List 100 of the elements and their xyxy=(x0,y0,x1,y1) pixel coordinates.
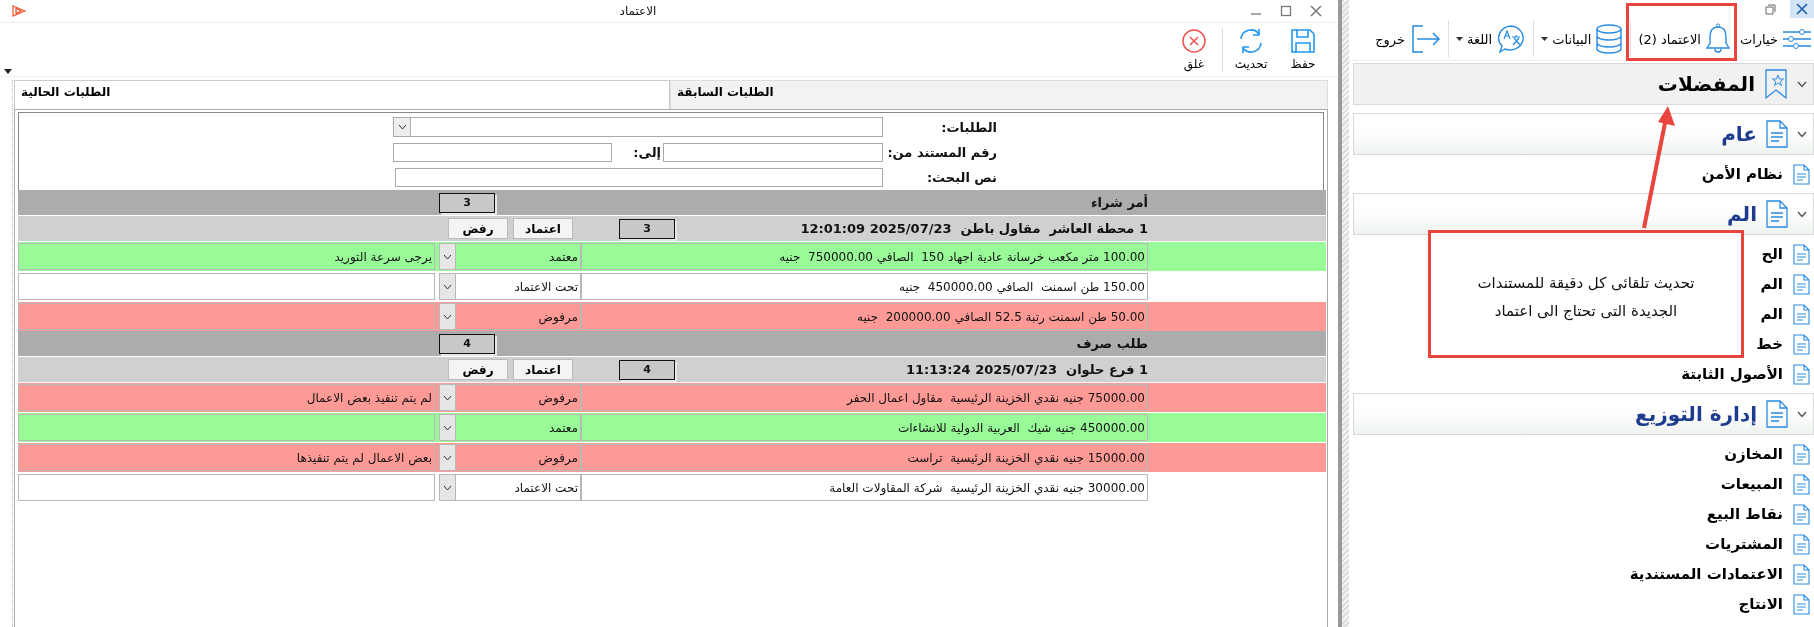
close-button[interactable] xyxy=(1790,0,1814,18)
tab[interactable]: الطلبات السابقة xyxy=(670,80,1328,109)
chevron-icon xyxy=(397,124,407,130)
approve-button[interactable]: اعتماد xyxy=(513,359,573,380)
line-description: 450000.00 جنيه شيك العربية الدولية للانشاءات xyxy=(581,414,1148,441)
note-field[interactable] xyxy=(18,273,435,300)
status-cell: تحت الاعتماد xyxy=(456,474,581,501)
tab[interactable]: الطلبات الحالية xyxy=(14,80,670,109)
section-title: المفضلات xyxy=(1657,72,1755,96)
refresh-icon xyxy=(1237,28,1265,54)
document-icon xyxy=(1793,533,1810,555)
exit-button[interactable]: خروج xyxy=(1373,23,1444,55)
dropdown-button[interactable] xyxy=(439,414,456,441)
bookmark-star-icon xyxy=(1763,68,1789,100)
group-title: أمر شراء xyxy=(1090,195,1148,210)
status-cell: مرفوض xyxy=(456,444,581,471)
status-cell: تحت الاعتماد xyxy=(456,273,581,300)
sidebar-item[interactable]: الم xyxy=(1760,299,1814,329)
close-icon[interactable] xyxy=(1310,5,1322,17)
callout-note: تحديث تلقائى كل دقيقة للمستندات الجديدة التى تحتاج الى اعتماد xyxy=(1428,230,1744,358)
section-header[interactable]: المفضلات xyxy=(1353,63,1814,105)
section-header[interactable]: عام xyxy=(1353,113,1814,155)
sidebar-item[interactable]: المخازن xyxy=(1724,439,1814,469)
line-description: 50.00 طن اسمنت رتبة 52.5 الصافي 200000.00 جنيه xyxy=(581,303,1148,330)
dropdown-button[interactable] xyxy=(439,243,456,270)
section-title: عام xyxy=(1721,122,1757,146)
document-icon xyxy=(1793,563,1810,585)
maximize-icon[interactable] xyxy=(1280,5,1292,17)
group-title: طلب صرف xyxy=(1076,336,1148,351)
sidebar-item[interactable]: نقاط البيع xyxy=(1706,499,1814,529)
refresh-button[interactable]: تحديث xyxy=(1227,28,1275,71)
window-title: الاعتماد xyxy=(618,4,658,18)
reject-button[interactable]: رفض xyxy=(448,218,508,239)
sidebar-item[interactable]: خط xyxy=(1756,329,1814,359)
exit-icon xyxy=(1409,23,1442,55)
chevron-icon xyxy=(1797,130,1807,138)
document-icon xyxy=(1793,503,1810,525)
document-title: 1 محطة العاشر مقاول باطن 2025/07/23 12:01:09 xyxy=(800,221,1148,236)
document-icon xyxy=(1793,363,1810,385)
note-field[interactable] xyxy=(18,414,435,441)
chevron-icon xyxy=(443,424,452,431)
document-icon xyxy=(1793,443,1810,465)
bell-icon xyxy=(1704,23,1731,55)
line-description: 75000.00 جنيه نقدي الخزينة الرئيسية مقاول اعمال الحفر xyxy=(581,384,1148,411)
count-field: 4 xyxy=(439,333,495,354)
dropdown-button[interactable] xyxy=(439,303,456,330)
database-icon xyxy=(1595,23,1624,55)
sidebar-item[interactable]: المشتريات xyxy=(1705,529,1814,559)
note-field[interactable] xyxy=(18,474,435,501)
restore-icon[interactable] xyxy=(1765,3,1776,15)
document-icon xyxy=(1793,163,1810,185)
chevron-icon xyxy=(443,283,452,290)
approve-button[interactable]: اعتماد xyxy=(513,218,573,239)
sidebar-item[interactable]: المبيعات xyxy=(1720,469,1814,499)
chevron-icon xyxy=(443,484,452,491)
translate-bubble-icon xyxy=(1496,24,1527,54)
document-icon xyxy=(1793,303,1810,325)
sidebar-item[interactable]: الاعتمادات المستندية xyxy=(1629,559,1814,589)
field-label: إلى: xyxy=(632,144,662,160)
chevron-icon xyxy=(443,313,452,320)
sidebar-item[interactable]: نظام الأمن xyxy=(1701,159,1814,189)
dropdown-button[interactable] xyxy=(439,444,456,471)
line-description: 30000.00 جنيه نقدي الخزينة الرئيسية شركة المقاولات العامة xyxy=(581,474,1148,501)
sidebar-item[interactable]: الم xyxy=(1760,269,1814,299)
note-field[interactable] xyxy=(18,303,435,330)
document-icon xyxy=(1793,243,1810,265)
sidebar-item[interactable]: الح xyxy=(1761,239,1814,269)
reject-button[interactable]: رفض xyxy=(448,359,508,380)
section-header[interactable]: إدارة التوزيع xyxy=(1353,393,1814,435)
dropdown-caret-icon[interactable] xyxy=(4,69,12,74)
note-field[interactable]: بعض الاعمال لم يتم تنفيذها xyxy=(18,444,435,471)
search-field[interactable] xyxy=(395,167,883,187)
doc-from-field[interactable] xyxy=(663,142,883,162)
dropdown-button[interactable] xyxy=(439,474,456,501)
requests-combo[interactable] xyxy=(393,117,883,137)
options-button[interactable]: خيارات xyxy=(1737,28,1814,50)
section-title: إدارة التوزيع xyxy=(1635,402,1757,426)
sidebar-item[interactable]: الانتاج xyxy=(1738,589,1814,619)
note-field[interactable]: لم يتم تنفيذ بعض الاعمال xyxy=(18,384,435,411)
note-field[interactable]: يرجى سرعة التوريد xyxy=(18,243,435,270)
section-title: الم xyxy=(1726,202,1757,226)
caret-icon xyxy=(1456,37,1464,41)
document-icon xyxy=(1765,199,1789,229)
status-cell: مرفوض xyxy=(456,303,581,330)
doc-to-field[interactable] xyxy=(393,142,612,162)
count-field: 3 xyxy=(439,192,495,213)
document-title: 1 فرع حلوان 2025/07/23 11:13:24 xyxy=(905,362,1148,377)
save-button[interactable]: حفظ xyxy=(1279,28,1327,71)
scrollbar[interactable] xyxy=(1340,0,1349,627)
close-icon xyxy=(1796,3,1808,15)
sidebar-item[interactable]: الأصول الثابتة xyxy=(1681,359,1814,389)
section-header[interactable]: الم xyxy=(1353,193,1814,235)
dropdown-button[interactable] xyxy=(439,273,456,300)
line-description: 15000.00 جنيه نقدي الخزينة الرئيسية تراست xyxy=(581,444,1148,471)
bell-button[interactable]: الاعتماد (2) xyxy=(1636,23,1733,55)
language-button[interactable]: اللغة xyxy=(1454,24,1529,54)
dropdown-button[interactable] xyxy=(439,384,456,411)
close-button[interactable]: غلق xyxy=(1170,28,1218,71)
database-button[interactable]: البيانات xyxy=(1539,23,1626,55)
document-icon xyxy=(1793,593,1810,615)
